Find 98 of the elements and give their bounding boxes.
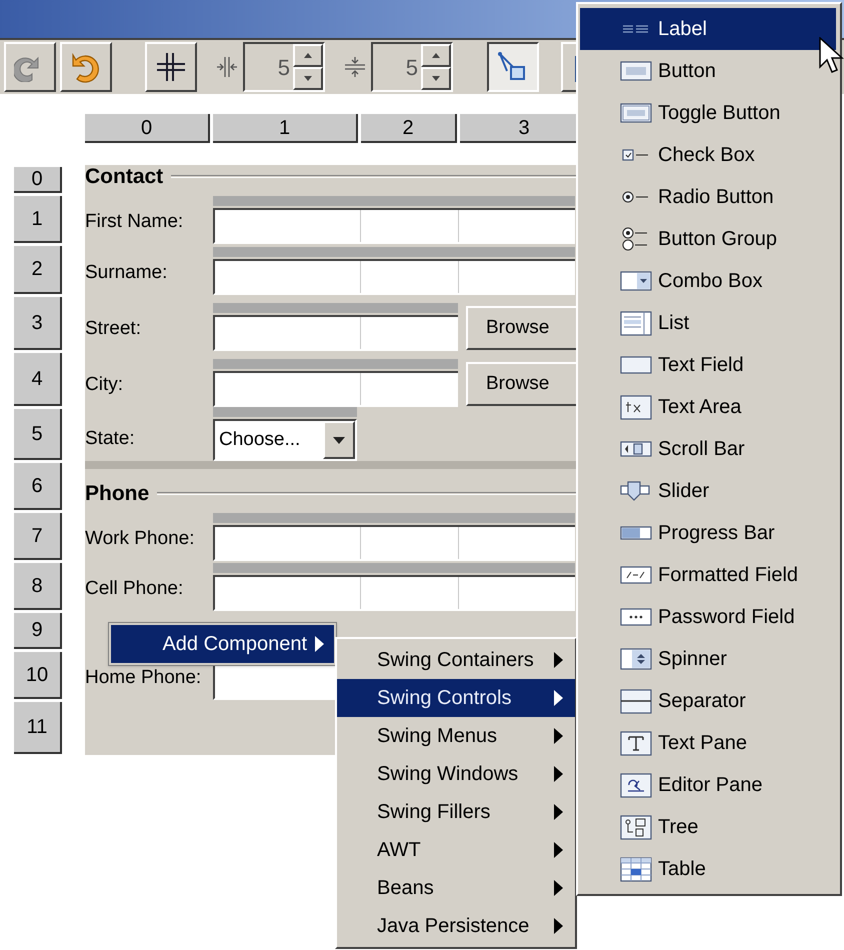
- menu-item[interactable]: Swing Controls: [337, 679, 575, 717]
- editor-pane-icon: [620, 772, 652, 798]
- state-dropdown[interactable]: Choose...: [213, 419, 357, 461]
- column-header[interactable]: 2: [361, 114, 457, 143]
- submenu-arrow-icon: [554, 842, 563, 858]
- submenu-arrow-icon: [554, 766, 563, 782]
- menu-item[interactable]: Swing Containers: [337, 641, 575, 679]
- row-header[interactable]: 9: [14, 613, 62, 649]
- menu-item[interactable]: Button Group: [580, 218, 836, 260]
- row-header[interactable]: 2: [14, 246, 62, 294]
- row-header[interactable]: 0: [14, 167, 62, 193]
- dropdown-arrow-icon: [333, 436, 345, 444]
- field-label: State:: [85, 426, 136, 450]
- field-label: Cell Phone:: [85, 576, 184, 600]
- field-label: Home Phone:: [85, 666, 202, 690]
- menu-item[interactable]: Swing Fillers: [337, 793, 575, 831]
- column-header[interactable]: 0: [85, 114, 210, 143]
- menu-item[interactable]: Separator: [580, 680, 836, 722]
- menu-item[interactable]: Password Field: [580, 596, 836, 638]
- spinner-value: 5: [404, 54, 419, 82]
- menu-item[interactable]: Table: [580, 848, 836, 890]
- menu-item[interactable]: Tree: [580, 806, 836, 848]
- tree-icon: [620, 814, 652, 840]
- menu-item[interactable]: Swing Windows: [337, 755, 575, 793]
- submenu-arrow-icon: [554, 880, 563, 896]
- field-label: Surname:: [85, 260, 168, 284]
- horizontal-gap-icon: [215, 55, 239, 79]
- field-label: City:: [85, 372, 124, 396]
- spin-up-button[interactable]: [421, 44, 451, 67]
- slider-icon: [620, 478, 652, 504]
- menu-item[interactable]: Swing Menus: [337, 717, 575, 755]
- spin-down-button[interactable]: [421, 67, 451, 90]
- list-icon: [620, 310, 652, 336]
- vertical-gap-icon: [343, 55, 367, 79]
- menu-item[interactable]: Combo Box: [580, 260, 836, 302]
- submenu-arrow-icon: [554, 918, 563, 934]
- menu-item[interactable]: Add Component: [111, 625, 334, 663]
- text-field[interactable]: [213, 315, 458, 351]
- dropdown-icon: [620, 268, 652, 294]
- gap-spinner[interactable]: 5: [371, 42, 453, 92]
- field-label: Work Phone:: [85, 526, 196, 550]
- text-area-icon: [620, 394, 652, 420]
- menu-item[interactable]: Slider: [580, 470, 836, 512]
- undo-button[interactable]: [60, 42, 112, 92]
- gap-spinner[interactable]: 5: [243, 42, 325, 92]
- text-pane-icon: [620, 730, 652, 756]
- row-header[interactable]: 1: [14, 196, 62, 243]
- submenu-arrow-icon: [315, 636, 324, 652]
- row-header[interactable]: 6: [14, 463, 62, 510]
- row-header[interactable]: 5: [14, 409, 62, 460]
- down-arrow-icon: [432, 76, 440, 81]
- separator-icon: [620, 688, 652, 714]
- section-heading: Phone: [85, 480, 150, 506]
- spinner-icon: [620, 646, 652, 672]
- spin-up-button[interactable]: [293, 44, 323, 67]
- menu-item[interactable]: Scroll Bar: [580, 428, 836, 470]
- text-field[interactable]: [213, 208, 575, 244]
- text-field[interactable]: [213, 575, 575, 611]
- menu-item[interactable]: Java Persistence: [337, 907, 575, 945]
- row-header[interactable]: 7: [14, 513, 62, 560]
- menu-item[interactable]: Button: [580, 50, 836, 92]
- menu-item[interactable]: Editor Pane: [580, 764, 836, 806]
- row-header[interactable]: 11: [14, 702, 62, 754]
- row-header[interactable]: 4: [14, 353, 62, 406]
- toggle-button-icon: [620, 100, 652, 126]
- down-arrow-icon: [304, 76, 312, 81]
- spin-down-button[interactable]: [293, 67, 323, 90]
- section-heading: Contact: [85, 164, 164, 190]
- dropdown-value: Choose...: [218, 428, 302, 452]
- submenu-arrow-icon: [554, 804, 563, 820]
- text-field[interactable]: [213, 525, 575, 561]
- field-label: Street:: [85, 316, 142, 340]
- column-header[interactable]: 1: [213, 114, 358, 143]
- menu-item[interactable]: Formatted Field: [580, 554, 836, 596]
- menu-item[interactable]: Radio Button: [580, 176, 836, 218]
- menu-item[interactable]: Label: [580, 8, 836, 50]
- menu-item[interactable]: Spinner: [580, 638, 836, 680]
- menu-item[interactable]: Progress Bar: [580, 512, 836, 554]
- grid-lines-icon: [155, 51, 187, 83]
- menu-item[interactable]: Text Pane: [580, 722, 836, 764]
- row-header[interactable]: 8: [14, 563, 62, 610]
- row-header[interactable]: 10: [14, 652, 62, 699]
- text-field[interactable]: [213, 371, 458, 407]
- spinner-value: 5: [276, 54, 291, 82]
- menu-item[interactable]: Beans: [337, 869, 575, 907]
- submenu-arrow-icon: [554, 690, 563, 706]
- submenu-arrow-icon: [554, 652, 563, 668]
- text-field[interactable]: [213, 259, 575, 295]
- menu-item[interactable]: AWT: [337, 831, 575, 869]
- row-header[interactable]: 3: [14, 297, 62, 350]
- submenu-arrow-icon: [554, 728, 563, 744]
- up-arrow-icon: [432, 53, 440, 58]
- up-arrow-icon: [304, 53, 312, 58]
- selection-button[interactable]: [487, 42, 539, 92]
- table-icon: [620, 856, 652, 882]
- button-icon: [620, 58, 652, 84]
- field-label: First Name:: [85, 210, 184, 234]
- grid-button[interactable]: [145, 42, 197, 92]
